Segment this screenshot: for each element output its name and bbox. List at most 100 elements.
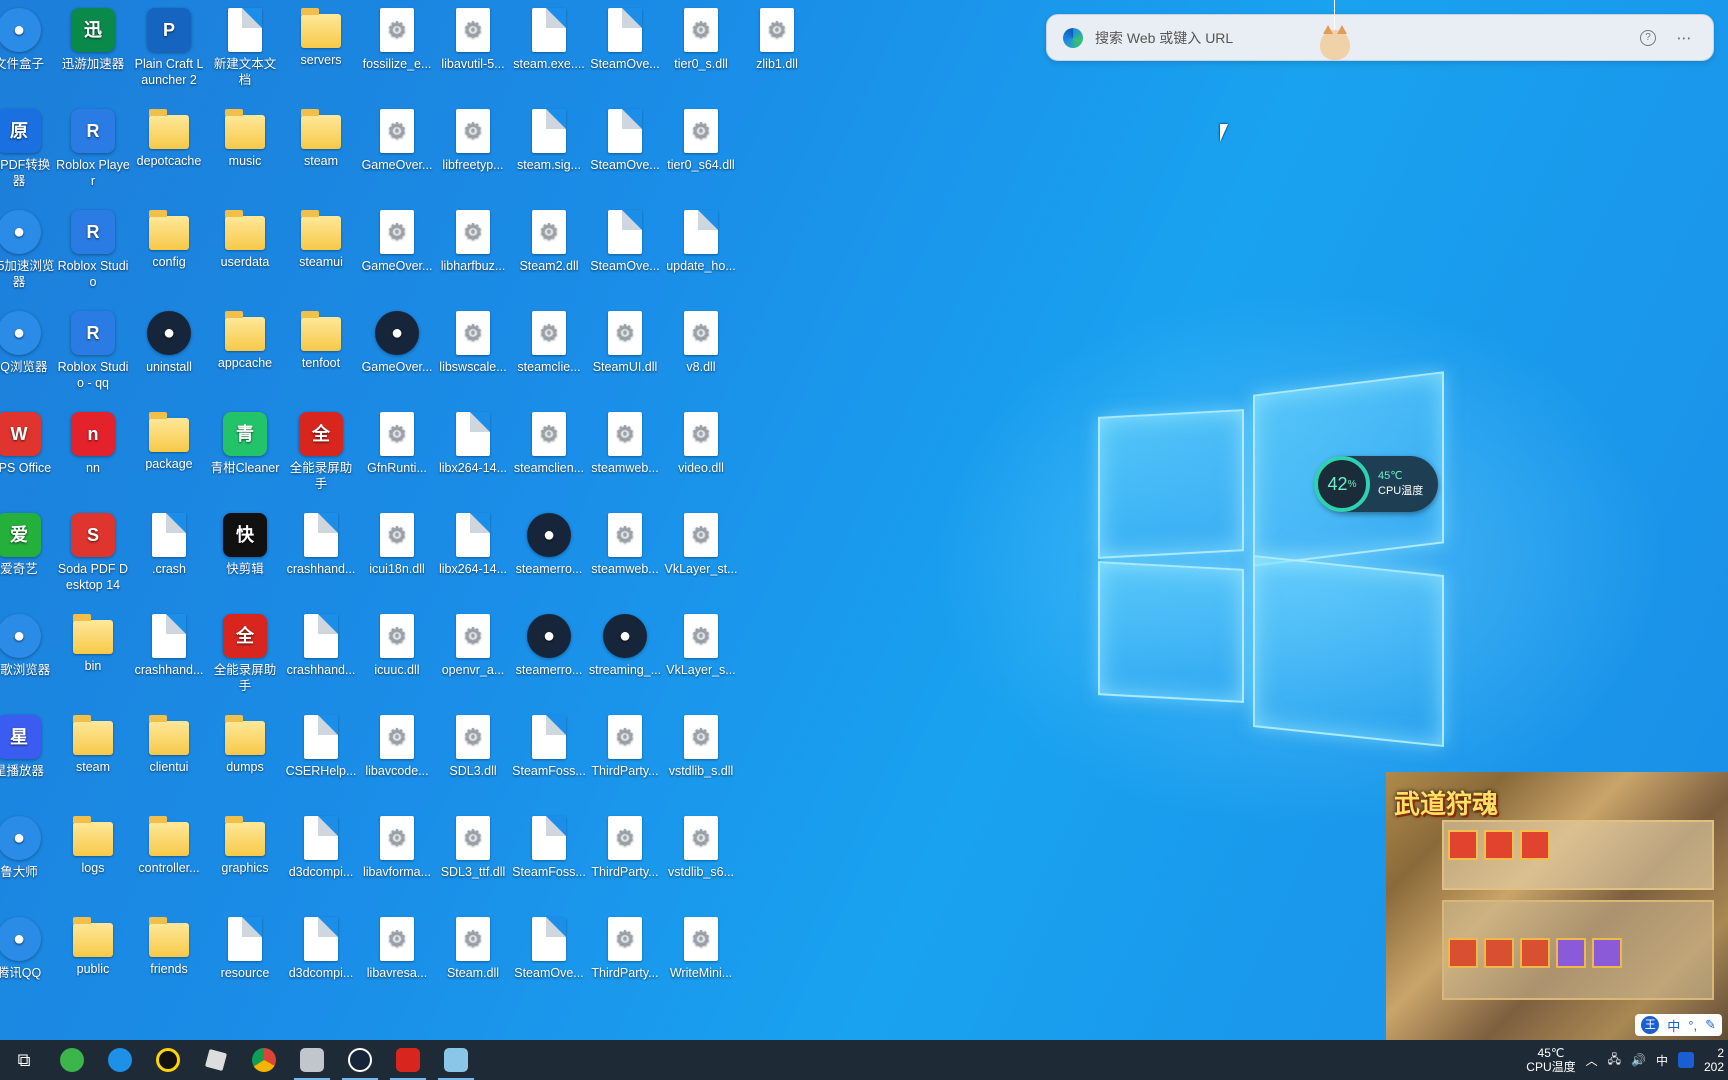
desktop-icon[interactable]: ⚙ steamclie...: [512, 303, 586, 399]
desktop-icon[interactable]: package: [132, 404, 206, 500]
desktop-icon[interactable]: tenfoot: [284, 303, 358, 399]
desktop-icon[interactable]: n nn: [56, 404, 130, 500]
chevron-up-icon[interactable]: ︿: [1586, 1052, 1598, 1069]
ime-lang[interactable]: 中: [1667, 1016, 1680, 1035]
ime-toolbar[interactable]: 王 中 °, ✎: [1635, 1014, 1722, 1036]
cat-pet-icon[interactable]: [1320, 25, 1350, 60]
desktop-icon[interactable]: ● 谷歌浏览器: [0, 606, 56, 702]
network-icon[interactable]: 🖧: [1608, 1050, 1621, 1071]
desktop-icon[interactable]: clientui: [132, 707, 206, 803]
desktop-icon[interactable]: SteamOve...: [588, 0, 662, 96]
desktop-icon[interactable]: ⚙ v8.dll: [664, 303, 738, 399]
help-button[interactable]: ?: [1635, 25, 1661, 51]
desktop-icon[interactable]: ⚙ GameOver...: [360, 101, 434, 197]
desktop-icon[interactable]: 原原PDF转换器: [0, 101, 56, 197]
desktop-icon[interactable]: ● streaming_...: [588, 606, 662, 702]
desktop-icon[interactable]: ⚙ libavforma...: [360, 808, 434, 904]
desktop-icon[interactable]: R Roblox Studio: [56, 202, 130, 298]
desktop-icon[interactable]: depotcache: [132, 101, 206, 197]
desktop-icon[interactable]: ⚙ libavcode...: [360, 707, 434, 803]
taskbar-app-green[interactable]: [48, 1040, 96, 1080]
desktop-icon[interactable]: ⚙ steamweb...: [588, 404, 662, 500]
taskbar-app-roblox[interactable]: [192, 1040, 240, 1080]
desktop-icon[interactable]: music: [208, 101, 282, 197]
desktop-icon[interactable]: ⚙ libharfbuz...: [436, 202, 510, 298]
desktop-icon[interactable]: libx264-14...: [436, 505, 510, 601]
desktop-icon[interactable]: CSERHelp...: [284, 707, 358, 803]
desktop-icon[interactable]: P Plain Craft Launcher 2: [132, 0, 206, 96]
desktop-icon[interactable]: 新建文本文档: [208, 0, 282, 96]
desktop-icon[interactable]: d3dcompi...: [284, 909, 358, 1005]
desktop-icon[interactable]: 星星播放器: [0, 707, 56, 803]
taskbar-app-qq[interactable]: [144, 1040, 192, 1080]
desktop-icon[interactable]: ⚙ libswscale...: [436, 303, 510, 399]
desktop-icon[interactable]: graphics: [208, 808, 282, 904]
desktop-icon[interactable]: ⚙ libavutil-5...: [436, 0, 510, 96]
clock[interactable]: 2 202: [1704, 1046, 1724, 1074]
desktop-icon[interactable]: d3dcompi...: [284, 808, 358, 904]
desktop-icon[interactable]: W WPS Office: [0, 404, 56, 500]
desktop-icon[interactable]: ⚙ video.dll: [664, 404, 738, 500]
desktop-icon[interactable]: ⚙ Steam2.dll: [512, 202, 586, 298]
more-button[interactable]: ⋯: [1671, 25, 1697, 51]
browser-search-bar[interactable]: ? ⋯: [1046, 14, 1714, 61]
desktop-icon[interactable]: ● 鲁大师: [0, 808, 56, 904]
desktop-icon[interactable]: ⚙ tier0_s.dll: [664, 0, 738, 96]
taskbar-app-chrome[interactable]: [240, 1040, 288, 1080]
desktop-icon[interactable]: crashhand...: [132, 606, 206, 702]
ime-punct-icon[interactable]: °,: [1688, 1018, 1697, 1033]
desktop-icon[interactable]: 爱爱奇艺: [0, 505, 56, 601]
desktop-icon[interactable]: steam: [56, 707, 130, 803]
desktop-icon[interactable]: ● 文件盒子: [0, 0, 56, 96]
tray-ime[interactable]: 中: [1656, 1052, 1668, 1069]
desktop-icon[interactable]: ⚙ libavresa...: [360, 909, 434, 1005]
desktop-icon[interactable]: 迅迅游加速器: [56, 0, 130, 96]
desktop-icon[interactable]: libx264-14...: [436, 404, 510, 500]
desktop-icon[interactable]: ⚙ ThirdParty...: [588, 909, 662, 1005]
desktop-icon[interactable]: ⚙ ThirdParty...: [588, 808, 662, 904]
desktop-icon[interactable]: crashhand...: [284, 505, 358, 601]
desktop-icon[interactable]: update_ho...: [664, 202, 738, 298]
desktop-icon[interactable]: ● 腾讯QQ: [0, 909, 56, 1005]
taskbar-app-tool[interactable]: [288, 1040, 336, 1080]
desktop-icon[interactable]: R Roblox Studio - qq: [56, 303, 130, 399]
desktop-icon[interactable]: bin: [56, 606, 130, 702]
desktop-icon[interactable]: appcache: [208, 303, 282, 399]
ime-logo-icon[interactable]: 王: [1641, 1016, 1660, 1034]
desktop-icon[interactable]: ⚙ GfnRunti...: [360, 404, 434, 500]
ime-tray-icon[interactable]: [1678, 1052, 1694, 1068]
desktop-icon[interactable]: ⚙ ThirdParty...: [588, 707, 662, 803]
desktop-icon[interactable]: resource: [208, 909, 282, 1005]
desktop-icon[interactable]: .crash: [132, 505, 206, 601]
desktop-icon[interactable]: steam.exe....: [512, 0, 586, 96]
taskbar-app-recorder[interactable]: [384, 1040, 432, 1080]
tray-cpu-temp[interactable]: 45℃ CPU温度: [1526, 1046, 1575, 1074]
desktop-icon[interactable]: public: [56, 909, 130, 1005]
desktop-icon[interactable]: SteamFoss...: [512, 707, 586, 803]
desktop-icon[interactable]: 全全能录屏助手: [284, 404, 358, 500]
desktop-icon[interactable]: ● uninstall: [132, 303, 206, 399]
desktop-icon[interactable]: ⚙ openvr_a...: [436, 606, 510, 702]
desktop-icon[interactable]: steam: [284, 101, 358, 197]
desktop-icon[interactable]: ⚙ libfreetyp...: [436, 101, 510, 197]
desktop-icon[interactable]: ⚙ SDL3_ttf.dll: [436, 808, 510, 904]
volume-icon[interactable]: 🔊: [1631, 1053, 1646, 1067]
taskbar-app-ie[interactable]: [96, 1040, 144, 1080]
desktop-icon[interactable]: ● GameOver...: [360, 303, 434, 399]
desktop-icon[interactable]: SteamOve...: [588, 202, 662, 298]
desktop-icon[interactable]: SteamOve...: [588, 101, 662, 197]
desktop-icon[interactable]: logs: [56, 808, 130, 904]
desktop-icon[interactable]: dumps: [208, 707, 282, 803]
ime-pen-icon[interactable]: ✎: [1705, 1017, 1716, 1033]
desktop-icon[interactable]: ● steamerro...: [512, 505, 586, 601]
desktop-icon[interactable]: 青青柑Cleaner: [208, 404, 282, 500]
desktop-icon[interactable]: SteamOve...: [512, 909, 586, 1005]
taskbar-app-notepad[interactable]: [432, 1040, 480, 1080]
desktop-icon[interactable]: 快快剪辑: [208, 505, 282, 601]
desktop-icon[interactable]: crashhand...: [284, 606, 358, 702]
desktop-icon[interactable]: ⚙ tier0_s64.dll: [664, 101, 738, 197]
desktop-icon[interactable]: ⚙ VkLayer_s...: [664, 606, 738, 702]
desktop-icon[interactable]: R Roblox Player: [56, 101, 130, 197]
desktop-icon[interactable]: steam.sig...: [512, 101, 586, 197]
desktop-icon[interactable]: ⚙ SteamUI.dll: [588, 303, 662, 399]
